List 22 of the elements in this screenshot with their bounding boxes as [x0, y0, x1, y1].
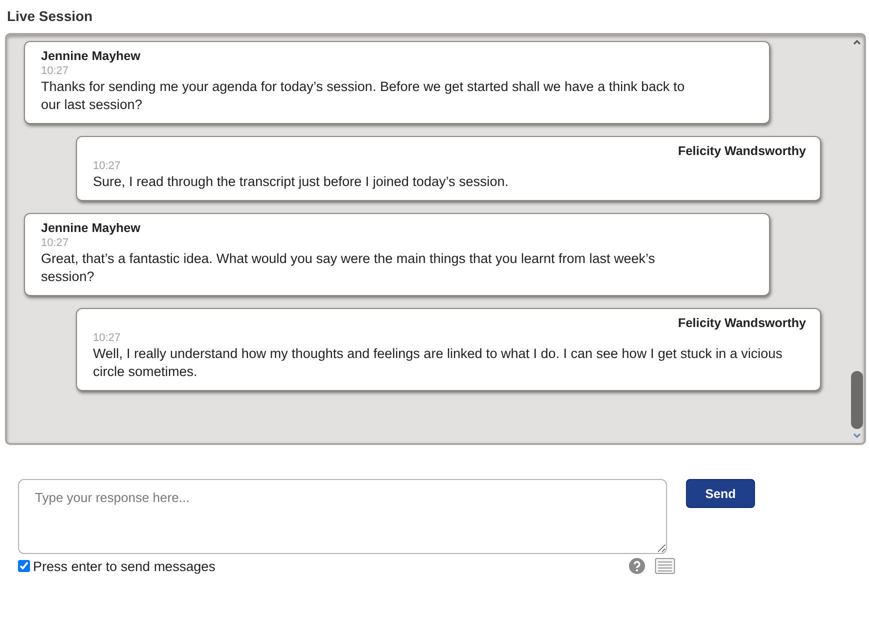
message-text: Thanks for sending me your agenda for today’s session. Before we get started shall we have a think back to our last session? [41, 78, 686, 114]
help-icon[interactable] [629, 558, 645, 574]
message-time: 10:27 [41, 236, 70, 250]
message-time: 10:27 [93, 159, 122, 173]
page-title: Live Session [7, 8, 94, 26]
scroll-down-icon[interactable] [853, 433, 861, 439]
message-time: 10:27 [93, 331, 122, 345]
send-button[interactable]: Send [686, 479, 755, 508]
scroll-up-icon[interactable] [853, 39, 861, 45]
message-text: Great, that’s a fantastic idea. What would you say were the main things that you learnt from last week’s session? [41, 250, 656, 286]
message-text: Well, I really understand how my thoughts and feelings are linked to what I do. I can see how I get stuck in a vicious circle sometimes. [93, 345, 784, 381]
sender-name: Jennine Mayhew [41, 220, 142, 236]
checkbox-label: Press enter to send messages [33, 558, 216, 574]
message-text: Sure, I read through the transcript just before I joined today’s session. [93, 173, 510, 191]
sender-name: Felicity Wandsworthy [676, 143, 806, 159]
scroll-thumb[interactable] [851, 371, 863, 429]
response-field[interactable]: Type your response here... [18, 479, 667, 554]
sender-name: Jennine Mayhew [41, 48, 142, 64]
list-icon[interactable] [655, 558, 675, 574]
sender-name: Felicity Wandsworthy [676, 315, 806, 331]
message-time: 10:27 [41, 64, 70, 78]
checkbox[interactable] [18, 560, 30, 572]
